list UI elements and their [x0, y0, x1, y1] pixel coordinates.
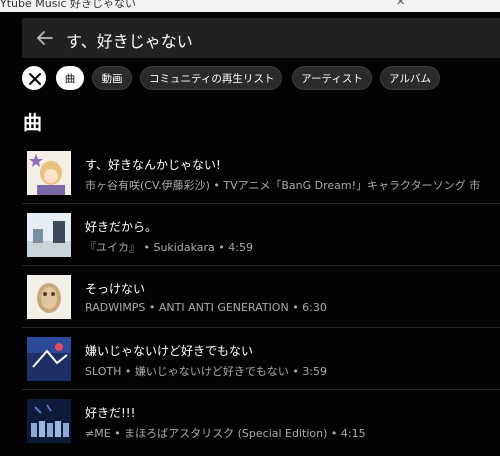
song-title[interactable]: 好きだ!!! — [85, 404, 135, 421]
search-bar[interactable]: す、好きじゃない — [22, 18, 500, 58]
album-thumbnail — [27, 399, 71, 443]
song-subtitle: 『ユイカ』 • Sukidakara • 4:59 — [85, 241, 253, 254]
chip-albums[interactable]: アルバム — [380, 66, 440, 90]
close-icon — [29, 73, 41, 85]
browser-tab-strip: Ytube Music 好きじゃない ✕ — [0, 0, 500, 12]
search-input[interactable]: す、好きじゃない — [66, 28, 193, 52]
song-title[interactable]: す、好きなんかじゃない! — [85, 156, 221, 173]
chip-songs[interactable]: 曲 — [56, 66, 84, 90]
list-item[interactable]: 好きだから。 『ユイカ』 • Sukidakara • 4:59 — [22, 204, 500, 266]
song-subtitle: ≠ME • まほろばアスタリスク (Special Edition) • 4:1… — [85, 427, 366, 440]
album-thumbnail — [27, 213, 71, 257]
song-subtitle: RADWIMPS • ANTI ANTI GENERATION • 6:30 — [85, 301, 327, 314]
section-title-songs: 曲 — [23, 112, 43, 134]
list-item[interactable]: 好きだ!!! ≠ME • まほろばアスタリスク (Special Edition… — [22, 390, 500, 452]
album-thumbnail — [27, 275, 71, 319]
list-item[interactable]: す、好きなんかじゃない! 市ヶ谷有咲(CV.伊藤彩沙) • TVアニメ「BanG… — [22, 142, 500, 204]
song-subtitle: SLOTH • 嫌いじゃないけど好きでもない • 3:59 — [85, 365, 328, 378]
song-title[interactable]: 嫌いじゃないけど好きでもない — [85, 342, 253, 359]
browser-tab-close-icon[interactable]: ✕ — [396, 0, 405, 8]
list-item[interactable]: そっけない RADWIMPS • ANTI ANTI GENERATION • … — [22, 266, 500, 328]
chip-artists[interactable]: アーティスト — [292, 66, 372, 90]
clear-filter-button[interactable] — [22, 66, 46, 90]
album-thumbnail — [27, 337, 71, 381]
song-subtitle: 市ヶ谷有咲(CV.伊藤彩沙) • TVアニメ「BanG Dream!」キャラクタ… — [85, 179, 481, 192]
list-item[interactable]: 嫌いじゃないけど好きでもない SLOTH • 嫌いじゃないけど好きでもない • … — [22, 328, 500, 390]
chip-community-playlists[interactable]: コミュニティの再生リスト — [140, 66, 282, 90]
filter-chips: 曲 動画 コミュニティの再生リスト アーティスト アルバム — [22, 66, 500, 92]
song-title[interactable]: そっけない — [85, 280, 145, 297]
song-title[interactable]: 好きだから。 — [85, 218, 157, 235]
chip-videos[interactable]: 動画 — [92, 66, 132, 90]
browser-tab-title[interactable]: Ytube Music 好きじゃない — [0, 0, 136, 11]
back-arrow-icon[interactable] — [34, 27, 56, 49]
album-thumbnail — [27, 151, 71, 195]
